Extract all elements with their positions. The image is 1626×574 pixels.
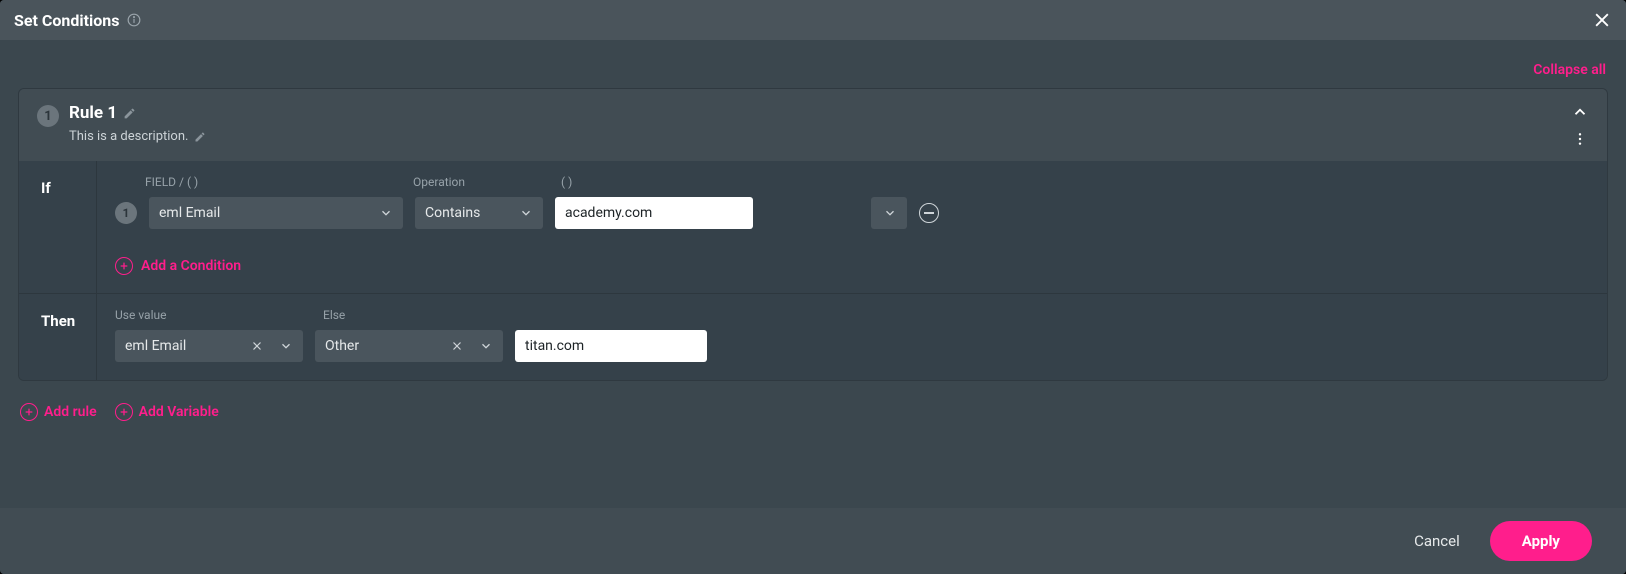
then-label: Then xyxy=(19,294,97,380)
if-section: If FIELD / ( ) Operation ( ) 1 eml Email xyxy=(19,161,1607,293)
apply-button[interactable]: Apply xyxy=(1490,521,1592,561)
edit-description-icon[interactable] xyxy=(194,131,206,143)
header-field: FIELD / ( ) xyxy=(145,175,393,189)
plus-circle-icon xyxy=(115,403,133,421)
rule-description-text: This is a description. xyxy=(69,129,188,144)
modal-header: Set Conditions xyxy=(0,0,1626,40)
edit-title-icon[interactable] xyxy=(123,107,136,120)
rule-card: 1 Rule 1 This is a description. xyxy=(18,88,1608,381)
cancel-button[interactable]: Cancel xyxy=(1414,532,1460,550)
add-condition-label: Add a Condition xyxy=(141,258,241,274)
top-actions: Collapse all xyxy=(0,40,1626,88)
else-value-input[interactable] xyxy=(515,330,707,362)
rule-index-badge: 1 xyxy=(37,105,59,127)
condition-join-select[interactable] xyxy=(871,197,907,229)
header-else: Else xyxy=(323,308,511,322)
rule-header-right xyxy=(1571,103,1589,147)
rule-description: This is a description. xyxy=(69,129,206,144)
then-column-headers: Use value Else xyxy=(115,308,1589,322)
plus-circle-icon xyxy=(20,403,38,421)
chevron-down-icon xyxy=(279,339,293,353)
then-content: Use value Else eml Email Other xyxy=(97,294,1607,380)
condition-index-badge: 1 xyxy=(115,202,137,224)
rule-title-text: Rule 1 xyxy=(69,103,117,123)
condition-operation-value: Contains xyxy=(425,205,480,221)
chevron-down-icon xyxy=(519,206,533,220)
header-use-value: Use value xyxy=(115,308,303,322)
chevron-down-icon xyxy=(883,206,897,220)
rule-header-left: 1 Rule 1 This is a description. xyxy=(37,103,206,144)
modal-footer: Cancel Apply xyxy=(0,508,1626,574)
clear-else-icon[interactable] xyxy=(451,340,463,352)
add-condition-button[interactable]: Add a Condition xyxy=(115,257,1589,275)
info-icon[interactable] xyxy=(127,13,141,27)
collapse-all-link[interactable]: Collapse all xyxy=(1533,62,1606,78)
condition-field-value: eml Email xyxy=(159,205,220,221)
collapse-rule-button[interactable] xyxy=(1571,103,1589,121)
clear-use-value-icon[interactable] xyxy=(251,340,263,352)
rule-title-wrap: Rule 1 This is a description. xyxy=(69,103,206,144)
rule-menu-button[interactable] xyxy=(1572,131,1588,147)
footer-links: Add rule Add Variable xyxy=(0,381,1626,421)
else-select[interactable]: Other xyxy=(315,330,503,362)
add-variable-label: Add Variable xyxy=(139,404,219,420)
add-rule-label: Add rule xyxy=(44,404,97,420)
then-row: eml Email Other xyxy=(115,330,1589,362)
modal-title: Set Conditions xyxy=(14,11,141,30)
header-operation: Operation xyxy=(413,175,541,189)
condition-value-input[interactable] xyxy=(555,197,753,229)
modal-title-text: Set Conditions xyxy=(14,11,119,30)
else-select-text: Other xyxy=(325,338,451,354)
header-paren: ( ) xyxy=(561,175,601,189)
condition-operation-select[interactable]: Contains xyxy=(415,197,543,229)
chevron-down-icon xyxy=(379,206,393,220)
if-column-headers: FIELD / ( ) Operation ( ) xyxy=(145,175,1589,189)
remove-condition-button[interactable] xyxy=(919,203,939,223)
then-section: Then Use value Else eml Email xyxy=(19,293,1607,380)
rule-header: 1 Rule 1 This is a description. xyxy=(19,89,1607,161)
set-conditions-modal: Set Conditions Collapse all 1 Rule 1 xyxy=(0,0,1626,574)
close-button[interactable] xyxy=(1592,10,1612,30)
modal-body: Collapse all 1 Rule 1 This is a descri xyxy=(0,40,1626,421)
if-content: FIELD / ( ) Operation ( ) 1 eml Email Co… xyxy=(97,161,1607,293)
rule-title: Rule 1 xyxy=(69,103,206,123)
if-label: If xyxy=(19,161,97,293)
minus-icon xyxy=(924,212,934,214)
use-value-text: eml Email xyxy=(125,338,251,354)
use-value-select[interactable]: eml Email xyxy=(115,330,303,362)
add-variable-button[interactable]: Add Variable xyxy=(115,403,219,421)
add-rule-button[interactable]: Add rule xyxy=(20,403,97,421)
condition-row: 1 eml Email Contains xyxy=(115,197,1589,229)
plus-circle-icon xyxy=(115,257,133,275)
chevron-down-icon xyxy=(479,339,493,353)
condition-field-select[interactable]: eml Email xyxy=(149,197,403,229)
